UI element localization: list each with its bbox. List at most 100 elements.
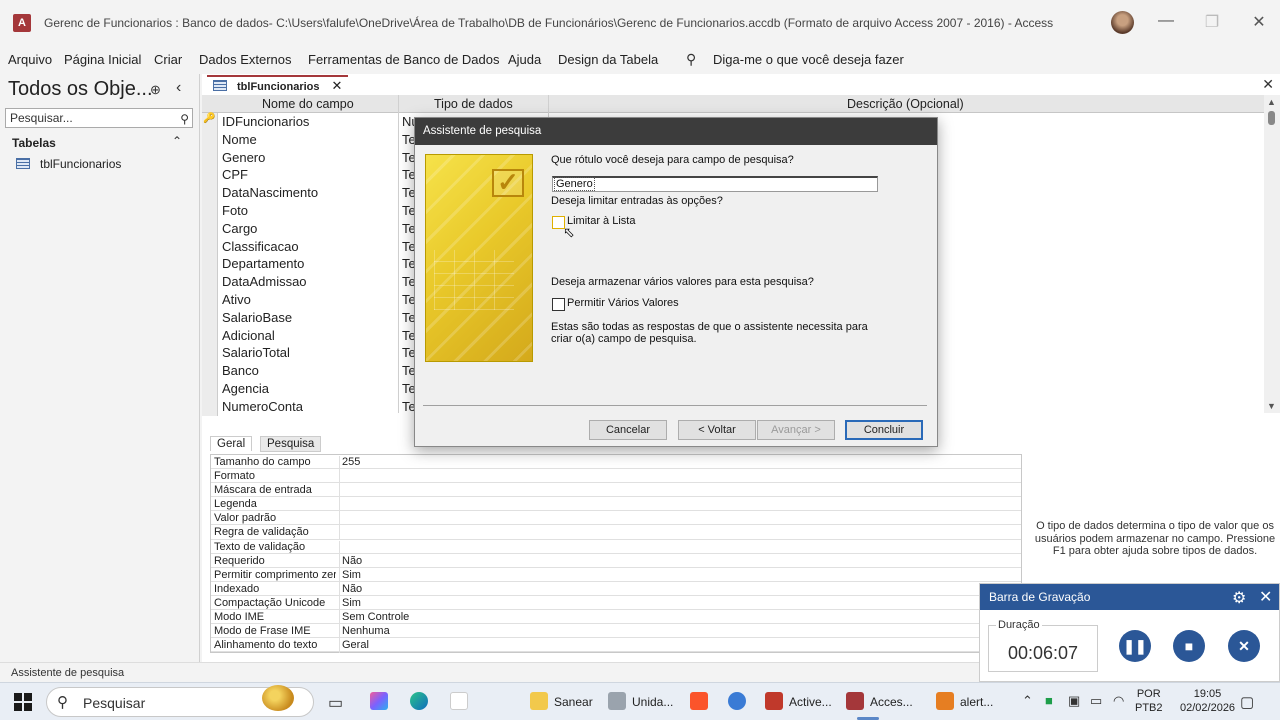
language-indicator[interactable]: POR PTB2	[1135, 687, 1163, 715]
property-row[interactable]: Tamanho do campo 255	[211, 455, 1021, 470]
nav-item-tblfuncionarios[interactable]: tblFuncionarios	[16, 157, 121, 171]
property-value[interactable]: Não	[339, 554, 1019, 569]
scroll-thumb[interactable]	[1268, 111, 1275, 125]
col-header-data-type[interactable]: Tipo de dados	[434, 97, 513, 111]
notification-icon[interactable]: ▢	[1240, 693, 1254, 711]
field-name-cell[interactable]: DataAdmissao	[222, 274, 307, 289]
chevron-down-icon[interactable]: ⊕	[150, 82, 161, 98]
row-selector[interactable]	[202, 326, 218, 345]
allow-multiple-values-label[interactable]: Permitir Vários Valores	[567, 297, 679, 309]
task-view-icon[interactable]: ▭	[328, 693, 343, 713]
taskbar-app-alert[interactable]: alert...	[936, 692, 993, 710]
settings-gear-icon[interactable]	[728, 692, 752, 710]
finish-button[interactable]: Concluir	[845, 420, 923, 440]
row-selector[interactable]	[202, 202, 218, 220]
property-value[interactable]: Nenhuma	[339, 625, 1019, 640]
property-value[interactable]: Sem Controle	[339, 611, 1019, 626]
field-name-cell[interactable]: Genero	[222, 150, 265, 165]
row-selector[interactable]	[202, 344, 218, 363]
property-row[interactable]: Legenda	[211, 497, 1021, 513]
col-header-description[interactable]: Descrição (Opcional)	[847, 97, 964, 111]
row-selector[interactable]	[202, 273, 218, 291]
property-value[interactable]	[339, 470, 1019, 485]
field-name-cell[interactable]: NumeroConta	[222, 399, 303, 414]
cancel-button[interactable]: Cancelar	[589, 420, 667, 440]
amazon-icon[interactable]	[450, 692, 474, 710]
nav-search-input[interactable]: Pesquisar... ⚲	[5, 108, 193, 128]
chevron-up-icon[interactable]: ⌃	[172, 134, 182, 148]
row-selector[interactable]	[202, 362, 218, 380]
search-icon[interactable]: ⚲	[180, 110, 189, 128]
row-selector[interactable]	[202, 130, 218, 149]
edge-icon[interactable]	[410, 692, 434, 710]
tab-ferramentas[interactable]: Ferramentas de Banco de Dados	[308, 52, 500, 67]
nav-group-tabelas[interactable]: Tabelas	[12, 136, 56, 150]
close-window-button[interactable]: ✕	[1244, 12, 1274, 32]
close-icon[interactable]: ✕	[1259, 587, 1272, 607]
field-name-cell[interactable]: SalarioTotal	[222, 345, 290, 360]
windows-start-icon[interactable]	[14, 693, 32, 711]
taskbar-app-sanear[interactable]: Sanear	[530, 692, 593, 710]
field-name-cell[interactable]: CPF	[222, 167, 248, 182]
chevron-up-icon[interactable]: ⌃	[1022, 693, 1033, 709]
property-row[interactable]: Requerido Não	[211, 554, 1021, 569]
property-row[interactable]: Modo de Frase IME Nenhuma	[211, 624, 1021, 640]
property-row[interactable]: Alinhamento do texto Geral	[211, 638, 1021, 654]
lookup-label-input[interactable]: Genero	[552, 176, 878, 192]
row-selector[interactable]	[202, 308, 218, 327]
gear-icon[interactable]: ⚙	[1232, 588, 1246, 608]
tab-pesquisa[interactable]: Pesquisa	[260, 436, 322, 452]
tell-me-box[interactable]: Diga-me o que você deseja fazer	[713, 52, 904, 67]
pause-button[interactable]: ❚❚	[1119, 630, 1151, 662]
clock[interactable]: 19:05 02/02/2026	[1180, 687, 1235, 715]
property-value[interactable]	[339, 484, 1019, 499]
property-row[interactable]: Modo IME Sem Controle	[211, 610, 1021, 626]
taskbar-app-unida[interactable]: Unida...	[608, 692, 673, 710]
allow-multiple-values-checkbox[interactable]	[552, 298, 565, 311]
copilot-icon[interactable]	[370, 692, 394, 710]
tab-pagina-inicial[interactable]: Página Inicial	[64, 52, 141, 67]
row-selector[interactable]	[202, 380, 218, 398]
tab-dados-externos[interactable]: Dados Externos	[199, 52, 292, 67]
battery-icon[interactable]: ▭	[1090, 693, 1102, 709]
field-name-cell[interactable]: SalarioBase	[222, 310, 292, 325]
row-selector[interactable]	[202, 397, 218, 416]
tab-geral[interactable]: Geral	[210, 436, 253, 451]
property-value[interactable]	[339, 512, 1019, 527]
row-selector[interactable]	[202, 219, 218, 238]
primary-key-icon[interactable]: 🔑	[202, 113, 218, 131]
tab-ajuda[interactable]: Ajuda	[508, 52, 541, 67]
row-selector[interactable]	[202, 184, 218, 202]
field-name-cell[interactable]: DataNascimento	[222, 185, 318, 200]
back-button[interactable]: < Voltar	[678, 420, 756, 440]
row-selector[interactable]	[202, 148, 218, 167]
cancel-recording-button[interactable]: ✕	[1228, 630, 1260, 662]
property-row[interactable]: Valor padrão	[211, 511, 1021, 527]
field-name-cell[interactable]: Ativo	[222, 292, 251, 307]
tray-icon[interactable]: ▣	[1068, 693, 1080, 709]
wifi-icon[interactable]: ◠	[1113, 693, 1124, 709]
restore-button[interactable]: ❐	[1197, 12, 1227, 32]
taskbar-app-access[interactable]: Acces...	[846, 692, 913, 710]
property-value[interactable]	[339, 526, 1019, 541]
doc-tab-tblfuncionarios[interactable]: tblFuncionarios ✕	[207, 75, 349, 95]
minimize-button[interactable]: —	[1151, 12, 1181, 30]
taskbar-app-active[interactable]: Active...	[765, 692, 832, 710]
tab-design-da-tabela[interactable]: Design da Tabela	[558, 52, 658, 67]
weather-widget-icon[interactable]	[262, 685, 294, 711]
row-selector[interactable]	[202, 291, 218, 309]
field-name-cell[interactable]: Adicional	[222, 328, 275, 343]
limit-to-list-label[interactable]: Limitar à Lista	[567, 215, 635, 227]
brave-icon[interactable]	[690, 692, 714, 710]
user-avatar[interactable]	[1111, 11, 1134, 34]
property-row[interactable]: Compactação Unicode Sim	[211, 596, 1021, 611]
row-selector[interactable]	[202, 237, 218, 256]
property-value[interactable]: Não	[339, 582, 1019, 597]
field-name-cell[interactable]: Classificacao	[222, 239, 299, 254]
col-header-field-name[interactable]: Nome do campo	[262, 97, 354, 111]
field-name-cell[interactable]: Cargo	[222, 221, 257, 236]
property-value[interactable]: 255	[339, 456, 1019, 470]
row-selector[interactable]	[202, 255, 218, 274]
field-name-cell[interactable]: Agencia	[222, 381, 269, 396]
field-name-cell[interactable]: IDFuncionarios	[222, 114, 309, 129]
